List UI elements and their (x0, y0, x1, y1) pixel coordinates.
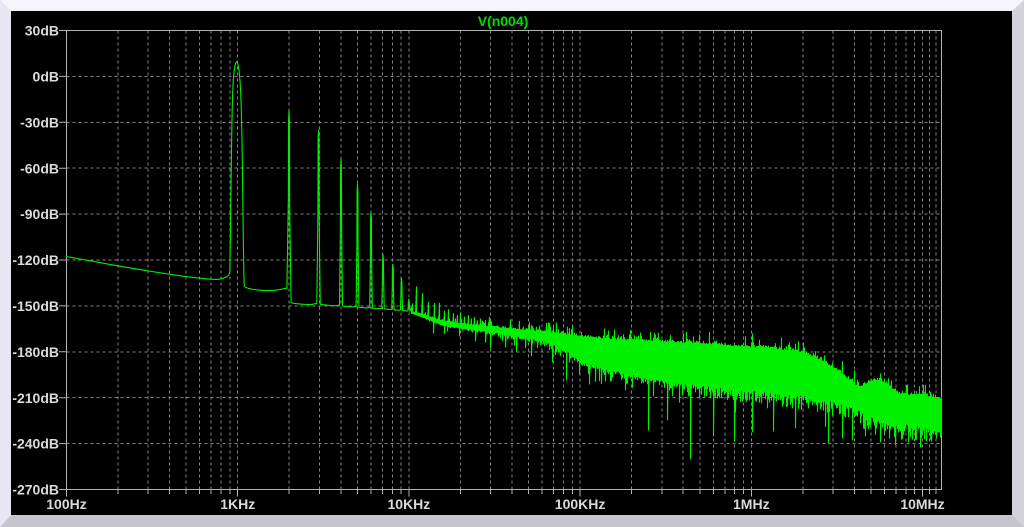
svg-text:-210dB: -210dB (12, 390, 59, 406)
svg-text:1KHz: 1KHz (220, 496, 255, 512)
svg-text:10KHz: 10KHz (388, 496, 431, 512)
svg-text:-30dB: -30dB (20, 114, 59, 130)
svg-text:100Hz: 100Hz (46, 496, 86, 512)
svg-text:-240dB: -240dB (12, 436, 59, 452)
svg-text:-60dB: -60dB (20, 160, 59, 176)
svg-text:30dB: 30dB (25, 23, 59, 39)
svg-text:V(n004): V(n004) (478, 13, 529, 29)
svg-text:-180dB: -180dB (12, 344, 59, 360)
svg-text:1MHz: 1MHz (733, 496, 770, 512)
svg-text:100KHz: 100KHz (555, 496, 606, 512)
svg-text:-90dB: -90dB (20, 206, 59, 222)
svg-text:-150dB: -150dB (12, 298, 59, 314)
svg-text:0dB: 0dB (33, 69, 59, 85)
svg-text:-120dB: -120dB (12, 252, 59, 268)
svg-text:10MHz: 10MHz (900, 496, 944, 512)
